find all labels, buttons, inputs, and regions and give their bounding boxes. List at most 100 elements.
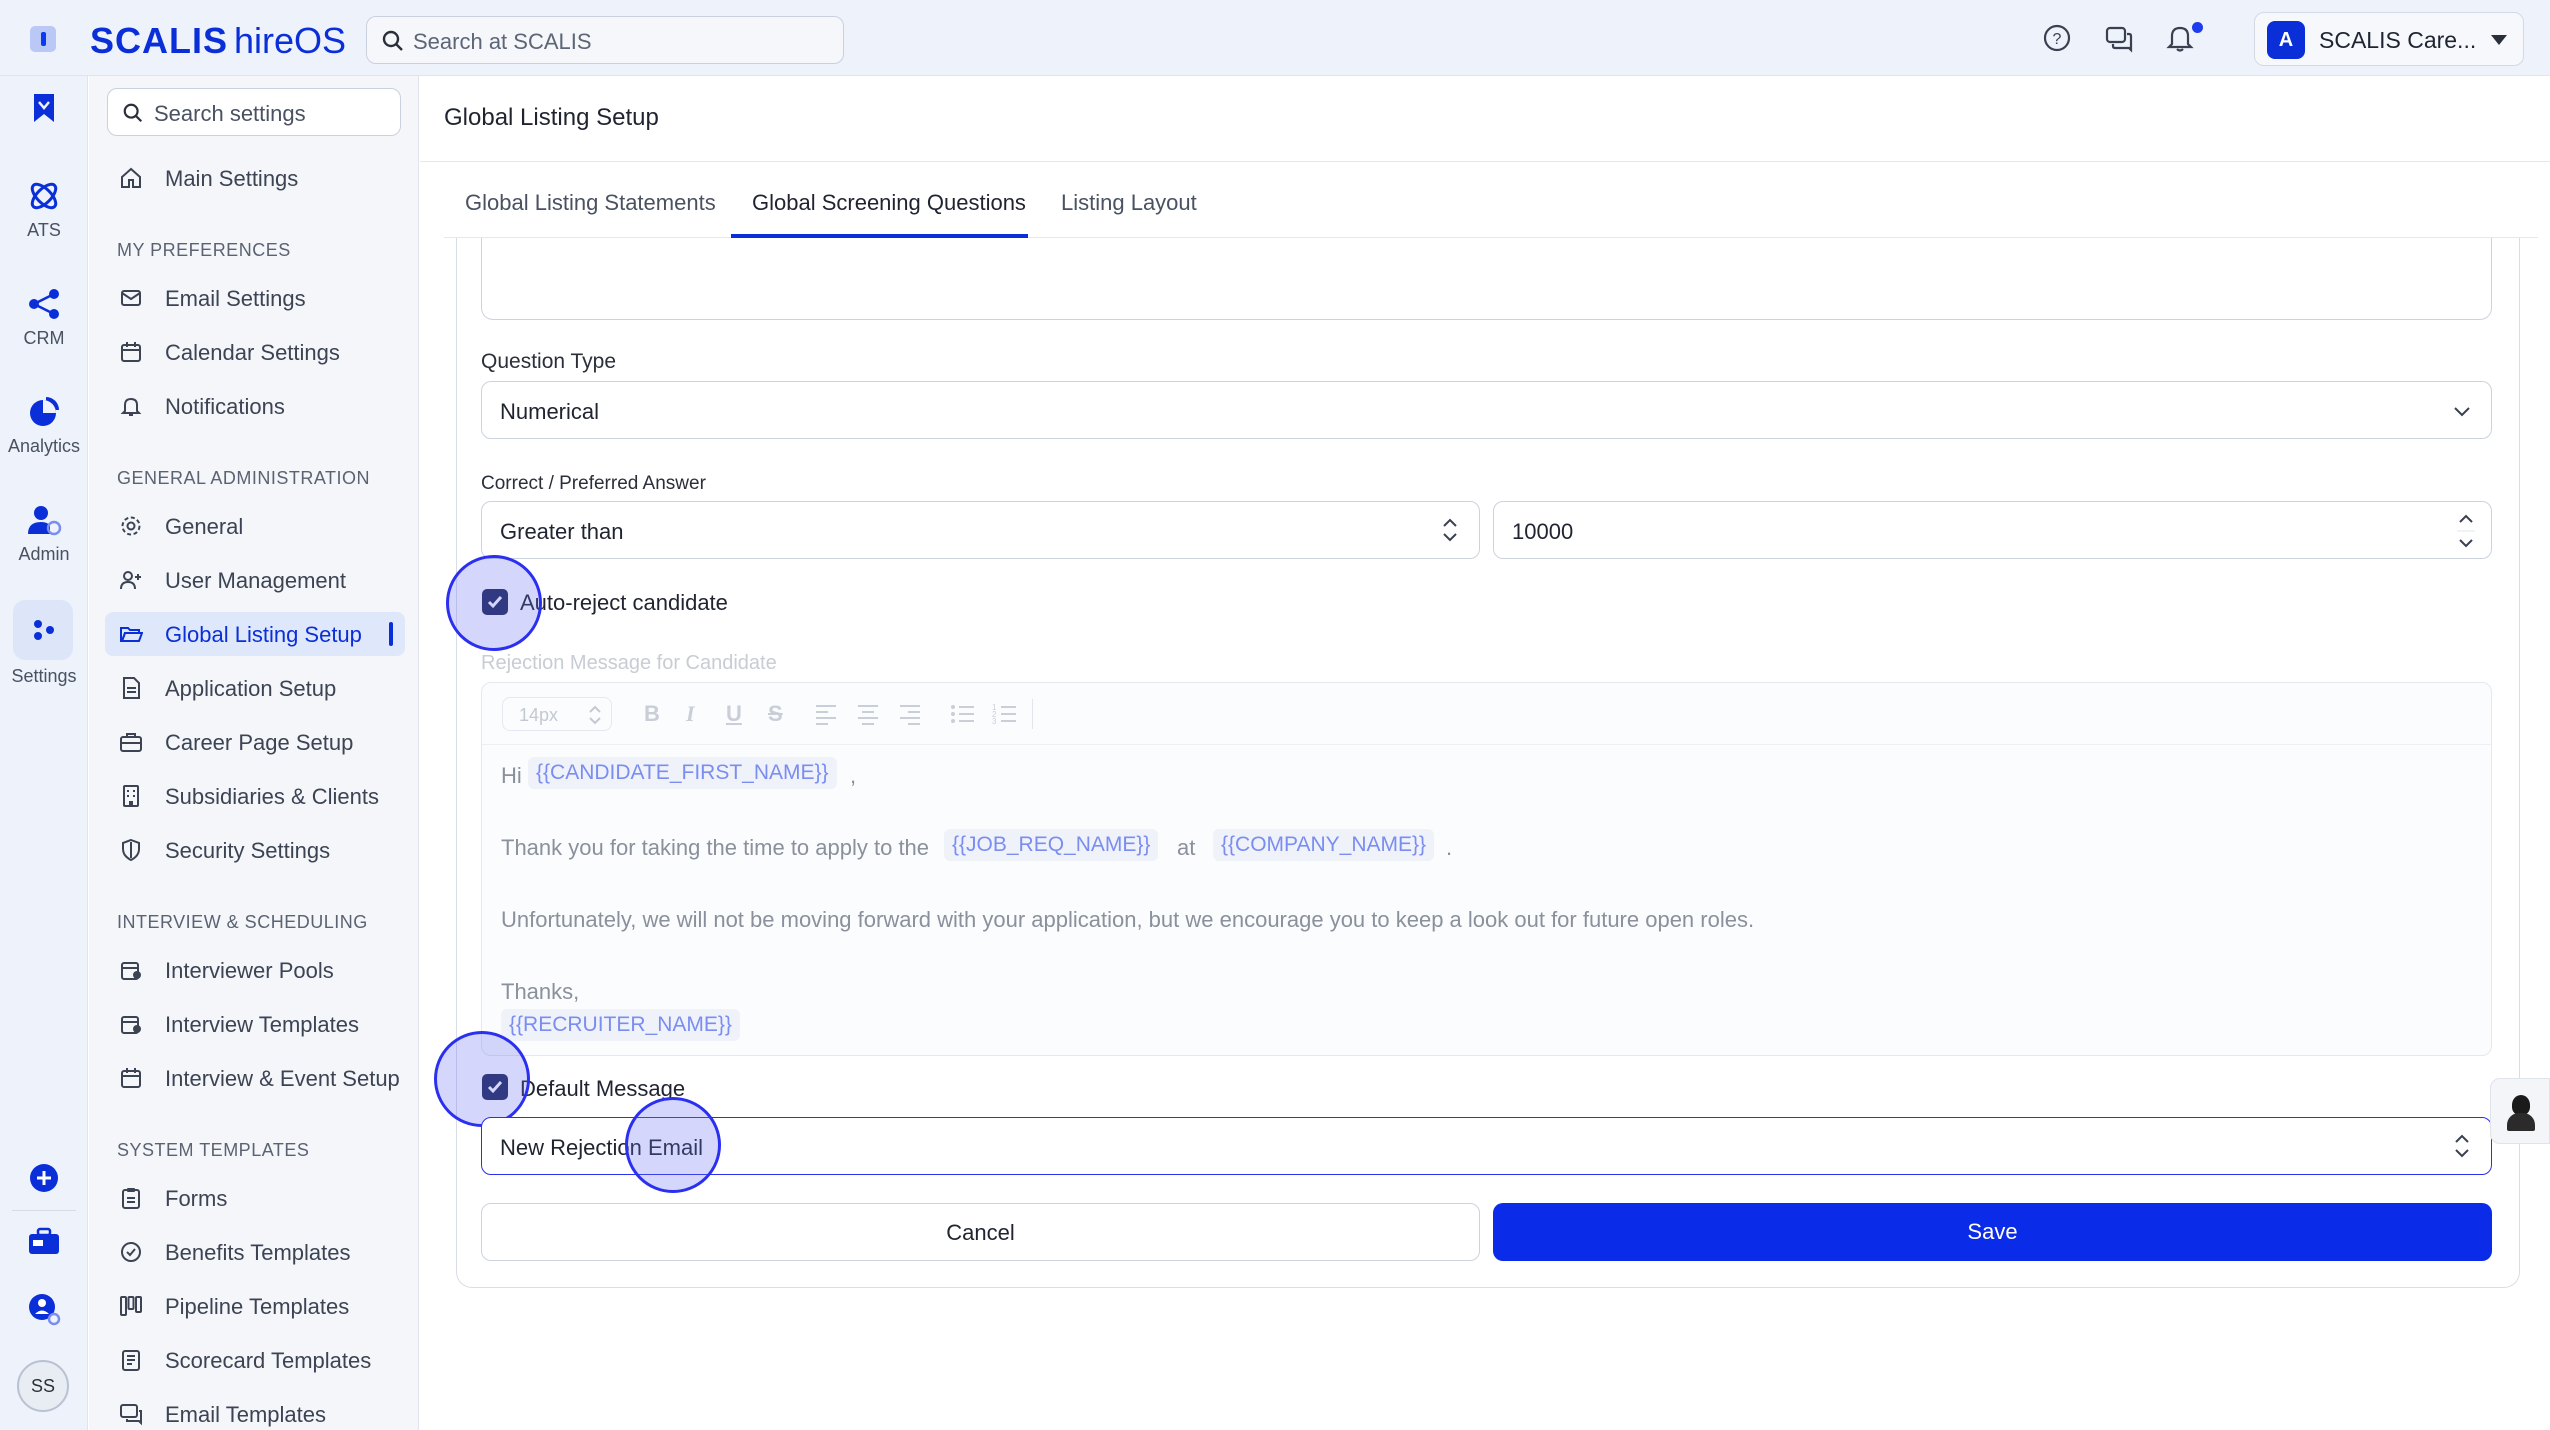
numbered-list-icon[interactable]: 123 [992, 703, 1018, 725]
font-size-value: 14px [519, 705, 559, 725]
tab-global-screening-questions[interactable]: Global Screening Questions [752, 190, 1026, 216]
sidebar-item-general[interactable]: General [105, 504, 405, 548]
default-message-checkbox[interactable] [482, 1074, 508, 1100]
job-req-name-token[interactable]: {{JOB_REQ_NAME}} [944, 829, 1159, 861]
period-text: . [1446, 835, 1453, 860]
auto-reject-checkbox[interactable] [482, 589, 508, 615]
contact-settings-icon [29, 1294, 61, 1326]
email-template-select[interactable]: New Rejection Email [481, 1117, 2492, 1175]
rail-contact[interactable] [0, 1292, 88, 1326]
calendar-clock-icon [121, 1016, 141, 1034]
badge-check-icon [121, 1242, 141, 1262]
section-heading: SYSTEM TEMPLATES [117, 1140, 310, 1160]
building-icon [123, 785, 139, 807]
align-right-icon[interactable] [898, 703, 922, 725]
cancel-button[interactable]: Cancel [481, 1203, 1480, 1261]
tab-listing-layout[interactable]: Listing Layout [1061, 190, 1197, 216]
at-text: at [1177, 835, 1196, 860]
sidebar-item-main-settings[interactable]: Main Settings [105, 156, 405, 200]
sidebar-item-user-management[interactable]: User Management [105, 558, 405, 602]
italic-icon[interactable]: I [686, 701, 695, 727]
user-plus-icon [120, 571, 141, 590]
rail-ats[interactable]: ATS [0, 178, 88, 241]
rail-admin[interactable]: Admin [0, 502, 88, 565]
rejection-message-editor[interactable]: 14px B I U S 123 Hi {{CANDIDATE_FIRST_NA… [481, 682, 2492, 1056]
checkmark-icon [487, 1081, 503, 1094]
align-center-icon[interactable] [856, 703, 880, 725]
sidebar-item-global-listing-setup[interactable]: Global Listing Setup [105, 612, 405, 656]
sidebar-item-email-templates[interactable]: Email Templates [105, 1392, 405, 1430]
font-size-select[interactable]: 14px [502, 697, 612, 731]
section-heading: MY PREFERENCES [117, 240, 291, 260]
ats-icon [30, 182, 58, 210]
strikethrough-icon[interactable]: S [768, 701, 783, 727]
default-message-label[interactable]: Default Message [520, 1076, 685, 1102]
sidebar-item-notifications[interactable]: Notifications [105, 384, 405, 428]
sidebar-item-calendar-settings[interactable]: Calendar Settings [105, 330, 405, 374]
comma-text: , [850, 763, 857, 788]
greeting-text: Hi [501, 763, 522, 788]
sidebar-item-interviewer-pools[interactable]: Interviewer Pools [105, 948, 405, 992]
rail-label: Analytics [7, 436, 81, 456]
search-icon [382, 30, 403, 51]
sidebar-item-interview-templates[interactable]: Interview Templates [105, 1002, 405, 1046]
bold-icon[interactable]: B [644, 701, 660, 727]
rail-analytics[interactable]: Analytics [0, 394, 88, 457]
sidebar-item-subsidiaries-clients[interactable]: Subsidiaries & Clients [105, 774, 405, 818]
rail-crm[interactable]: CRM [0, 286, 88, 349]
account-switcher[interactable]: A SCALIS Care... [2254, 12, 2524, 66]
sidebar-item-benefits-templates[interactable]: Benefits Templates [105, 1230, 405, 1274]
app-logo-icon[interactable] [30, 26, 56, 52]
crm-icon [29, 289, 59, 319]
auto-reject-label[interactable]: Auto-reject candidate [520, 590, 728, 616]
rail-label: CRM [23, 328, 65, 348]
rail-add[interactable] [0, 1162, 88, 1194]
sidebar-item-interview-event-setup[interactable]: Interview & Event Setup [105, 1056, 405, 1100]
save-button[interactable]: Save [1493, 1203, 2492, 1261]
help-icon[interactable]: ? [2041, 22, 2073, 54]
number-stepper-icon[interactable] [2455, 510, 2477, 552]
sidebar-item-scorecard-templates[interactable]: Scorecard Templates [105, 1338, 405, 1382]
answer-value-input[interactable]: 10000 [1493, 501, 2492, 559]
calendar-icon [121, 342, 141, 362]
chat-icon[interactable] [2103, 22, 2135, 54]
answer-operator-value: Greater than [500, 519, 624, 544]
underline-icon[interactable]: U [726, 701, 742, 727]
clipboard-icon [122, 1188, 140, 1209]
person-body-icon [2507, 1113, 2535, 1131]
question-type-select[interactable]: Numerical [481, 381, 2492, 439]
svg-text:?: ? [2053, 31, 2062, 48]
bullet-list-icon[interactable] [950, 703, 976, 725]
notification-badge [2192, 22, 2203, 33]
person-head-icon [2512, 1095, 2530, 1115]
rail-briefcase[interactable] [0, 1226, 88, 1258]
answer-operator-select[interactable]: Greater than [481, 501, 1480, 559]
top-bar: SCALIS hireOS Search at SCALIS ? A SCALIS… [0, 0, 2550, 76]
support-chat-avatar[interactable] [2490, 1078, 2550, 1144]
rail-settings[interactable]: Settings [0, 612, 88, 687]
page-title: Global Listing Setup [444, 104, 659, 131]
pie-chart-icon [30, 397, 59, 426]
user-avatar[interactable]: SS [17, 1360, 69, 1412]
tab-global-listing-statements[interactable]: Global Listing Statements [465, 190, 716, 216]
global-search-input[interactable]: Search at SCALIS [366, 16, 844, 64]
sidebar-item-security-settings[interactable]: Security Settings [105, 828, 405, 872]
mail-icon [121, 290, 141, 306]
sidebar-item-forms[interactable]: Forms [105, 1176, 405, 1220]
settings-search-input[interactable]: Search settings [107, 88, 401, 136]
chevron-down-icon [2454, 407, 2470, 417]
chevron-up-down-icon [589, 705, 601, 725]
question-text-area[interactable] [481, 238, 2492, 320]
sidebar-item-application-setup[interactable]: Application Setup [105, 666, 405, 710]
brand-logo[interactable]: SCALIS hireOS [90, 20, 346, 62]
align-left-icon[interactable] [814, 703, 838, 725]
message-icon [120, 1404, 142, 1426]
candidate-first-name-token[interactable]: {{CANDIDATE_FIRST_NAME}} [528, 757, 837, 789]
sidebar-item-email-settings[interactable]: Email Settings [105, 276, 405, 320]
rail-bookmark[interactable] [0, 92, 88, 124]
sidebar-item-career-page-setup[interactable]: Career Page Setup [105, 720, 405, 764]
sidebar-item-pipeline-templates[interactable]: Pipeline Templates [105, 1284, 405, 1328]
company-name-token[interactable]: {{COMPANY_NAME}} [1213, 829, 1435, 861]
divider [420, 161, 2550, 162]
recruiter-name-token[interactable]: {{RECRUITER_NAME}} [501, 1009, 740, 1041]
